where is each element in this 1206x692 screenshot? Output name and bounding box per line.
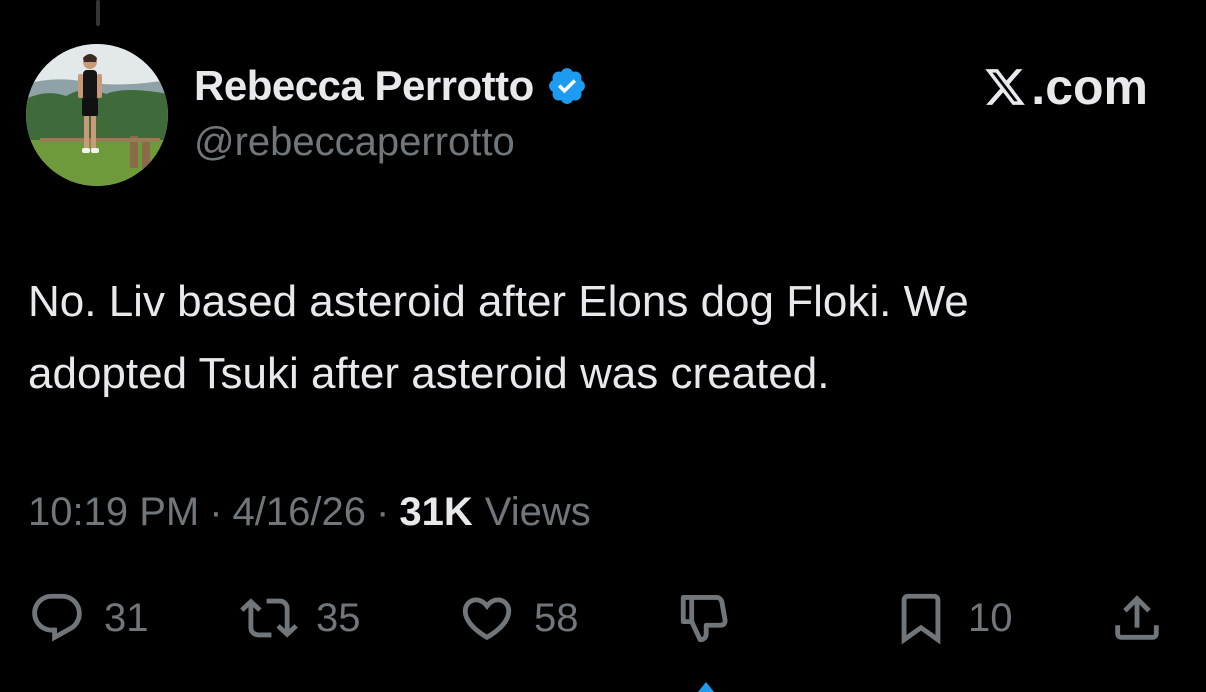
repost-count: 35 <box>316 595 361 640</box>
reply-count: 31 <box>104 595 149 640</box>
meta-separator: · <box>209 490 223 534</box>
reply-icon <box>32 593 82 642</box>
bookmark-icon <box>901 593 941 645</box>
verified-badge-icon[interactable] <box>546 65 588 107</box>
action-bar: 31 35 58 10 <box>0 586 1206 650</box>
author-display-name[interactable]: Rebecca Perrotto <box>194 62 534 110</box>
tweet-date[interactable]: 4/16/26 <box>233 490 366 535</box>
repost-button[interactable]: 35 <box>240 586 361 650</box>
tweet-time[interactable]: 10:19 PM <box>28 490 199 535</box>
views-label: Views <box>484 490 591 534</box>
brand-label: .com <box>1031 59 1148 115</box>
thread-connector-line <box>96 0 100 26</box>
meta-separator: · <box>376 490 390 534</box>
heart-icon <box>462 597 512 641</box>
avatar-photo <box>26 44 168 186</box>
tweet-meta: 10:19 PM · 4/16/26 · 31K Views <box>28 490 591 535</box>
views-count[interactable]: 31K <box>399 490 472 535</box>
bookmark-count: 10 <box>968 595 1013 640</box>
share-icon <box>1115 595 1159 640</box>
tweet-text: No. Liv based asteroid after Elons dog F… <box>28 277 969 398</box>
author-name-row: Rebecca Perrotto <box>194 60 588 112</box>
thumbs-down-icon <box>680 595 728 643</box>
reply-button[interactable]: 31 <box>28 586 149 650</box>
like-button[interactable]: 58 <box>458 586 579 650</box>
avatar[interactable] <box>26 44 168 186</box>
brand-watermark: .com <box>983 58 1148 116</box>
author-handle[interactable]: @rebeccaperrotto <box>194 120 515 165</box>
scroll-indicator <box>698 682 714 692</box>
like-count: 58 <box>534 595 579 640</box>
dislike-button[interactable] <box>676 586 734 650</box>
repost-icon <box>240 598 298 638</box>
bookmark-button[interactable]: 10 <box>892 586 1013 650</box>
share-button[interactable] <box>1108 586 1166 650</box>
x-logo-icon <box>985 69 1026 105</box>
